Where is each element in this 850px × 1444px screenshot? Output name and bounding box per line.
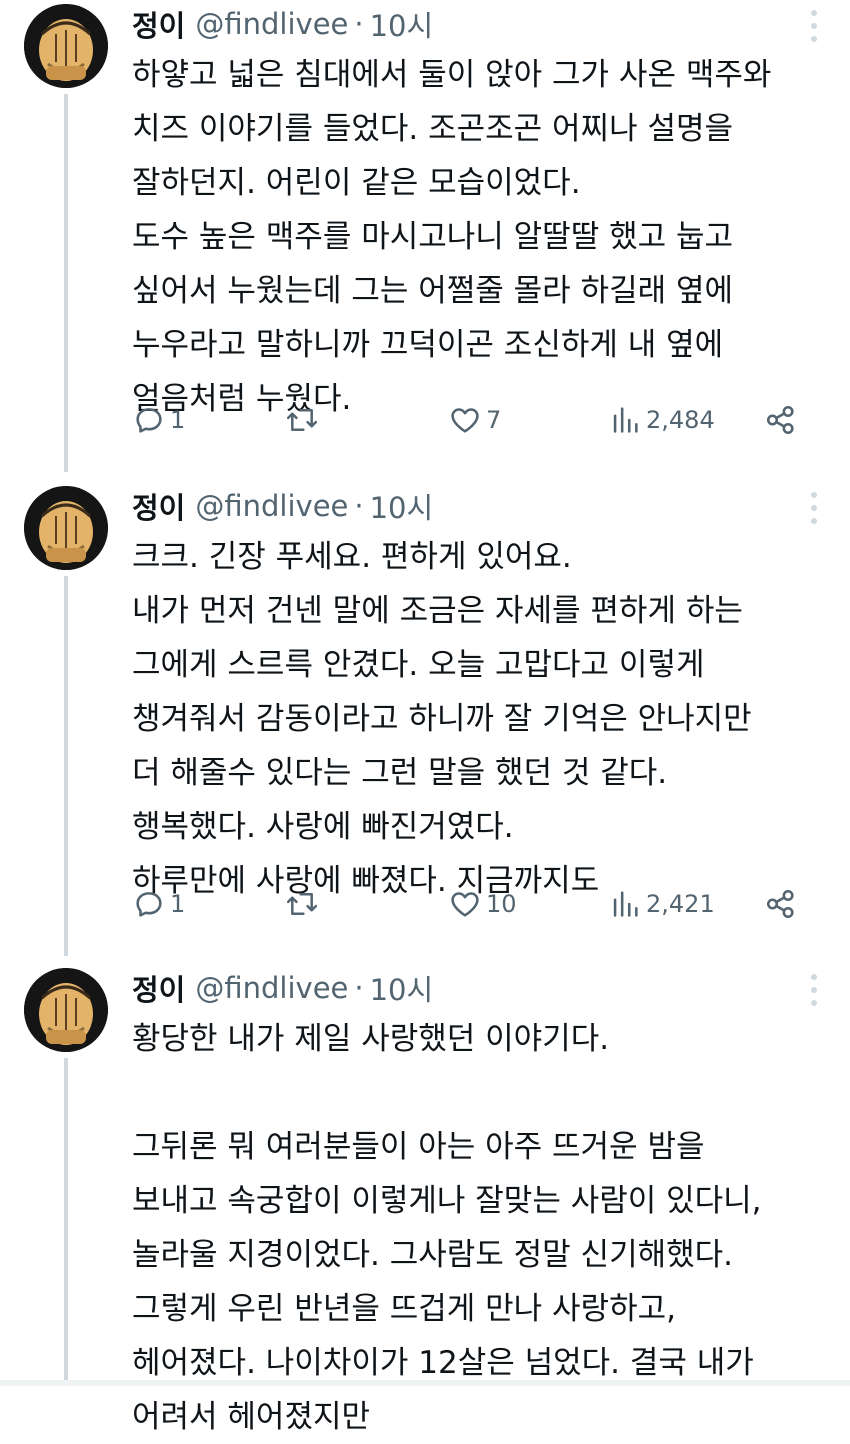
tweet-line: 잘하던지. 어린이 같은 모습이었다.	[132, 165, 581, 201]
tweet-text: 크크. 긴장 푸세요. 편하게 있어요. 내가 먼저 건넨 말에 조금은 자세를…	[132, 530, 832, 908]
views-icon	[608, 887, 642, 921]
timestamp[interactable]: 10시	[370, 3, 434, 45]
tweet-line: 크크. 긴장 푸세요. 편하게 있어요.	[132, 539, 572, 575]
more-icon[interactable]	[808, 8, 820, 44]
like-button[interactable]: 7	[448, 400, 501, 440]
tweet-header: 정이 @findlivee · 10시	[132, 486, 433, 526]
more-icon[interactable]	[808, 972, 820, 1008]
reply-count: 1	[170, 406, 186, 434]
author-name[interactable]: 정이	[132, 967, 185, 1009]
tweet-line: 누우라고 말하니까 끄덕이곤 조신하게 내 옆에	[132, 327, 724, 363]
like-count: 7	[486, 406, 502, 434]
avatar[interactable]	[24, 4, 108, 88]
author-handle[interactable]: @findlivee	[195, 971, 348, 1005]
reply-icon	[132, 887, 166, 921]
tweet-line: 황당한 내가 제일 사랑했던 이야기다.	[132, 1021, 610, 1057]
tweet-line: 치즈 이야기를 들었다. 조곤조곤 어찌나 설명을	[132, 111, 734, 147]
more-icon[interactable]	[808, 490, 820, 526]
action-bar: 1 10 2,421	[132, 884, 812, 924]
retweet-button[interactable]	[284, 400, 324, 440]
tweet-2[interactable]: 정이 @findlivee · 10시 크크. 긴장 푸세요. 편하게 있어요.…	[0, 486, 850, 946]
tweet-line: 내가 먼저 건넨 말에 조금은 자세를 편하게 하는	[132, 593, 743, 629]
reply-count: 1	[170, 890, 186, 918]
share-button[interactable]	[764, 884, 798, 924]
tweet-line: 놀라울 지경이었다. 그사람도 정말 신기해했다.	[132, 1237, 734, 1273]
author-name[interactable]: 정이	[132, 3, 185, 45]
action-bar: 1 7 2,484	[132, 400, 812, 440]
author-name[interactable]: 정이	[132, 485, 185, 527]
tweet-line: 그뒤론 뭐 여러분들이 아는 아주 뜨거운 밤을	[132, 1129, 705, 1165]
tweet-line: 싶어서 누웠는데 그는 어쩔줄 몰라 하길래 옆에	[132, 273, 734, 309]
bottom-divider	[0, 1380, 850, 1386]
reply-button[interactable]: 1	[132, 884, 185, 924]
views-button[interactable]: 2,484	[608, 400, 715, 440]
like-button[interactable]: 10	[448, 884, 517, 924]
tweet-line: 도수 높은 맥주를 마시고나니 알딸딸 했고 눕고	[132, 219, 734, 255]
avatar[interactable]	[24, 968, 108, 1052]
timestamp[interactable]: 10시	[370, 485, 434, 527]
timestamp[interactable]: 10시	[370, 967, 434, 1009]
views-count: 2,484	[646, 406, 715, 434]
separator: ·	[354, 971, 364, 1005]
retweet-icon	[284, 887, 320, 921]
views-button[interactable]: 2,421	[608, 884, 715, 924]
tweet-line: 행복했다. 사랑에 빠진거였다.	[132, 809, 514, 845]
tweet-line: 더 해줄수 있다는 그런 말을 했던 것 같다.	[132, 755, 668, 791]
avatar[interactable]	[24, 486, 108, 570]
reply-button[interactable]: 1	[132, 400, 185, 440]
like-count: 10	[486, 890, 517, 918]
tweet-3[interactable]: 정이 @findlivee · 10시 황당한 내가 제일 사랑했던 이야기다.…	[0, 968, 850, 1435]
retweet-icon	[284, 403, 320, 437]
heart-icon	[448, 887, 482, 921]
tweet-line: 어려서 헤어졌지만	[132, 1399, 371, 1435]
reply-icon	[132, 403, 166, 437]
tweet-line: 그에게 스르륵 안겼다. 오늘 고맙다고 이렇게	[132, 647, 705, 683]
heart-icon	[448, 403, 482, 437]
separator: ·	[354, 489, 364, 523]
tweet-line: 보내고 속궁합이 이렇게나 잘맞는 사람이 있다니,	[132, 1183, 762, 1219]
tweet-line: 하얗고 넓은 침대에서 둘이 앉아 그가 사온 맥주와	[132, 57, 772, 93]
views-icon	[608, 403, 642, 437]
views-count: 2,421	[646, 890, 715, 918]
tweet-line: 그렇게 우린 반년을 뜨겁게 만나 사랑하고,	[132, 1291, 676, 1327]
author-handle[interactable]: @findlivee	[195, 7, 348, 41]
tweet-header: 정이 @findlivee · 10시	[132, 4, 433, 44]
tweet-header: 정이 @findlivee · 10시	[132, 968, 433, 1008]
tweet-line: 챙겨줘서 감동이라고 하니까 잘 기억은 안나지만	[132, 701, 752, 737]
author-handle[interactable]: @findlivee	[195, 489, 348, 523]
tweet-text: 하얗고 넓은 침대에서 둘이 앉아 그가 사온 맥주와 치즈 이야기를 들었다.…	[132, 48, 832, 426]
separator: ·	[354, 7, 364, 41]
retweet-button[interactable]	[284, 884, 324, 924]
share-icon	[764, 403, 798, 437]
share-icon	[764, 887, 798, 921]
share-button[interactable]	[764, 400, 798, 440]
tweet-1[interactable]: 정이 @findlivee · 10시 하얗고 넓은 침대에서 둘이 앉아 그가…	[0, 4, 850, 464]
